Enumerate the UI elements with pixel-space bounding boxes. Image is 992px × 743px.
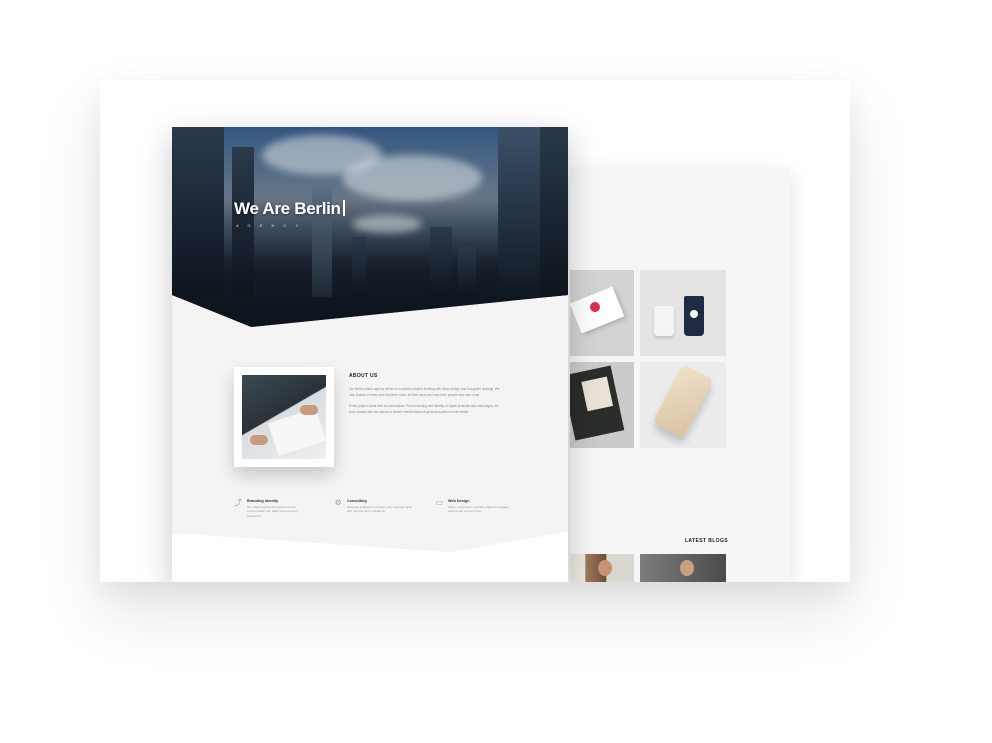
portfolio-item-cups[interactable] [640, 270, 726, 356]
blog-thumbnail[interactable] [570, 554, 634, 582]
hero-section: We Are Berlin A G E N C Y [172, 127, 568, 327]
feature-title: Consulting [346, 499, 367, 503]
hero-title: We Are Berlin [234, 199, 345, 219]
blog-thumbnail[interactable] [640, 554, 726, 582]
feature-body: We shape brands that stand out and commu… [247, 505, 298, 518]
skyscraper-shape [498, 127, 540, 297]
hand-shape [250, 435, 268, 445]
cloud-shape [352, 215, 422, 233]
share-icon: ⤴ [234, 498, 242, 507]
back-page-header-band [570, 168, 790, 198]
about-text-block: ABOUT US Our Berlin based agency strives… [349, 373, 504, 421]
paper-shape [267, 408, 326, 456]
portfolio-item-book[interactable] [570, 270, 634, 356]
front-page-preview: We Are Berlin A G E N C Y ABOUT US Our B… [172, 127, 568, 582]
latest-blogs-heading: LATEST BLOGS [684, 538, 728, 544]
navy-cup-image [684, 296, 704, 336]
features-row: ⤴ Branding Identity We shape brands that… [234, 498, 514, 518]
about-image-frame [234, 367, 334, 467]
back-page-preview: LATEST BLOGS [570, 168, 790, 582]
cloud-shape [342, 155, 482, 201]
about-heading: ABOUT US [349, 373, 378, 379]
skyscraper-shape [232, 147, 254, 297]
about-paragraph: Our Berlin based agency strives to combi… [349, 387, 500, 397]
portfolio-grid [570, 270, 734, 448]
skyscraper-shape [430, 227, 452, 297]
feature-web-design: ▭ Web Design Clean, responsive websites … [435, 498, 514, 518]
feature-consulting: ⚙ Consulting Strategic guidance that hel… [334, 498, 414, 518]
about-section: ABOUT US Our Berlin based agency strives… [234, 367, 504, 467]
blog-person-image [598, 560, 612, 576]
phone-image [652, 363, 714, 439]
skyscraper-shape [352, 237, 366, 297]
mockup-stage: LATEST BLOGS We Are Berlin A G E N C Y A… [100, 80, 850, 582]
portfolio-item-phone[interactable] [640, 362, 726, 448]
feature-body: Strategic guidance that helps your busin… [346, 505, 413, 514]
skyscraper-shape [458, 247, 476, 297]
about-paragraph: Every project starts with a conversation… [349, 404, 499, 414]
skyscraper-shape [172, 127, 224, 297]
team-meeting-image [242, 375, 326, 459]
hand-shape [300, 405, 318, 415]
bottom-angled-band [172, 531, 568, 582]
feature-branding: ⤴ Branding Identity We shape brands that… [234, 498, 313, 518]
feature-title: Web Design [447, 499, 470, 503]
skyscraper-shape [540, 127, 568, 297]
gear-icon: ⚙ [334, 498, 342, 507]
feature-body: Clean, responsive websites crafted to en… [447, 505, 509, 514]
magazine-image [570, 365, 625, 441]
blog-thumbnails [570, 554, 726, 582]
white-cup-image [654, 306, 674, 336]
blog-person-image [680, 560, 694, 576]
hero-subtitle: A G E N C Y [236, 223, 303, 228]
feature-title: Branding Identity [247, 499, 279, 503]
portfolio-item-magazine[interactable] [570, 362, 634, 448]
text-cursor [342, 200, 345, 216]
monitor-icon: ▭ [435, 498, 443, 507]
